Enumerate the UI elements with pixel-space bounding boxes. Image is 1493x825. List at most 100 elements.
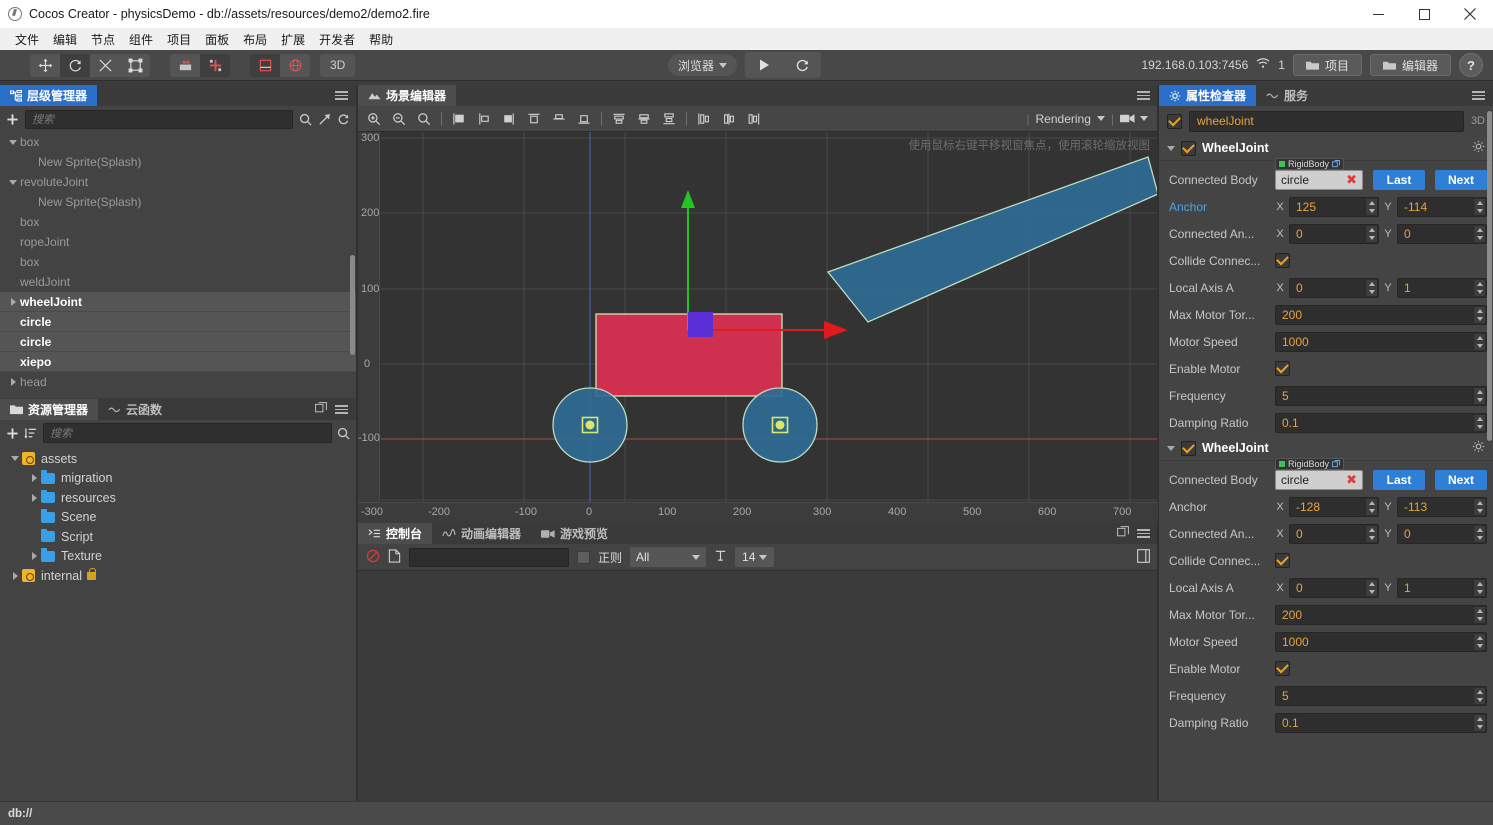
number-stepper[interactable] [1473, 279, 1485, 296]
hierarchy-search-input[interactable]: 搜索 [25, 109, 293, 129]
stepper-down-icon[interactable] [1474, 723, 1485, 731]
property-checkbox[interactable] [1275, 661, 1290, 676]
next-button[interactable]: Next [1435, 469, 1487, 490]
caret-down-icon[interactable] [6, 179, 20, 185]
stepper-up-icon[interactable] [1474, 526, 1485, 534]
hierarchy-node-row[interactable]: box [0, 212, 356, 232]
stepper-up-icon[interactable] [1366, 199, 1377, 207]
menu-help[interactable]: 帮助 [362, 29, 400, 50]
hierarchy-node-row[interactable]: New Sprite(Splash) [0, 192, 356, 212]
align-center-h-icon[interactable] [472, 108, 496, 130]
add-node-icon[interactable] [6, 113, 19, 126]
stepper-down-icon[interactable] [1474, 288, 1485, 296]
scene-viewport[interactable] [358, 132, 1158, 522]
asset-row[interactable]: Script [0, 527, 356, 547]
stepper-up-icon[interactable] [1474, 226, 1485, 234]
stepper-down-icon[interactable] [1474, 315, 1485, 323]
console-dock-icon[interactable] [1137, 548, 1150, 566]
inspector-scrollbar[interactable] [1487, 111, 1492, 441]
property-x-input[interactable]: 0 [1289, 223, 1379, 244]
hierarchy-node-row[interactable]: xiepo [0, 352, 356, 372]
tab-game-preview[interactable]: 游戏预览 [531, 523, 619, 544]
hierarchy-node-row[interactable]: revoluteJoint [0, 172, 356, 192]
stepper-down-icon[interactable] [1474, 615, 1485, 623]
caret-down-icon[interactable] [8, 456, 22, 462]
pivot-center-icon[interactable] [170, 54, 200, 77]
distribute-top-icon[interactable] [607, 108, 631, 130]
property-number-input[interactable]: 200 [1275, 604, 1487, 625]
regex-checkbox[interactable] [577, 550, 590, 564]
stepper-down-icon[interactable] [1474, 588, 1485, 596]
zoom-in-icon[interactable] [362, 108, 386, 130]
add-asset-icon[interactable] [6, 427, 19, 440]
menu-component[interactable]: 组件 [122, 29, 160, 50]
connected-body-value[interactable]: circle ✖ [1275, 469, 1363, 490]
stepper-down-icon[interactable] [1474, 207, 1485, 215]
font-size-dropdown[interactable]: 14 [735, 547, 775, 567]
node-name-input[interactable]: wheelJoint [1189, 110, 1464, 132]
help-button[interactable]: ? [1459, 53, 1483, 77]
property-y-input[interactable]: 0 [1397, 523, 1487, 544]
stepper-down-icon[interactable] [1474, 423, 1485, 431]
open-editor-button[interactable]: 编辑器 [1369, 54, 1451, 76]
scene-canvas[interactable]: 使用鼠标右键平移视窗焦点，使用滚轮缩放视图 300 200 100 0 -100… [358, 132, 1158, 522]
tab-cloud-functions[interactable]: 云函数 [98, 399, 173, 420]
play-button[interactable] [745, 52, 783, 78]
tab-hierarchy[interactable]: 层级管理器 [0, 85, 98, 106]
align-bottom-icon[interactable] [572, 108, 596, 130]
caret-down-icon[interactable] [1167, 445, 1175, 451]
property-y-input[interactable]: 0 [1397, 223, 1487, 244]
tab-animation-editor[interactable]: 动画编辑器 [432, 523, 532, 544]
number-stepper[interactable] [1473, 225, 1485, 242]
stepper-up-icon[interactable] [1474, 499, 1485, 507]
property-number-input[interactable]: 1000 [1275, 331, 1487, 352]
property-number-input[interactable]: 1000 [1275, 631, 1487, 652]
menu-node[interactable]: 节点 [84, 29, 122, 50]
refresh-button[interactable] [783, 52, 821, 78]
stepper-down-icon[interactable] [1366, 234, 1377, 242]
open-project-button[interactable]: 项目 [1292, 54, 1362, 76]
stepper-down-icon[interactable] [1474, 396, 1485, 404]
stepper-up-icon[interactable] [1474, 688, 1485, 696]
connected-body-value[interactable]: circle ✖ [1275, 169, 1363, 190]
number-stepper[interactable] [1473, 525, 1485, 542]
scene-menu-icon[interactable] [1137, 91, 1150, 100]
console-filter-input[interactable] [409, 547, 569, 567]
number-stepper[interactable] [1365, 579, 1377, 596]
hierarchy-node-row[interactable]: circle [0, 312, 356, 332]
caret-right-icon[interactable] [6, 378, 20, 386]
distribute-h-left-icon[interactable] [692, 108, 716, 130]
refresh-hierarchy-icon[interactable] [337, 113, 350, 126]
rendering-dropdown[interactable]: Rendering [1036, 112, 1105, 126]
number-stepper[interactable] [1365, 225, 1377, 242]
asset-row[interactable]: internal [0, 566, 356, 586]
property-checkbox[interactable] [1275, 253, 1290, 268]
property-number-input[interactable]: 200 [1275, 304, 1487, 325]
stepper-down-icon[interactable] [1474, 234, 1485, 242]
menu-developer[interactable]: 开发者 [312, 29, 362, 50]
maximize-button[interactable] [1401, 0, 1447, 28]
property-checkbox[interactable] [1275, 553, 1290, 568]
stepper-down-icon[interactable] [1474, 696, 1485, 704]
tab-scene-editor[interactable]: 场景编辑器 [358, 85, 457, 106]
caret-right-icon[interactable] [6, 298, 20, 306]
hierarchy-node-row[interactable]: wheelJoint [0, 292, 356, 312]
global-coord-icon[interactable] [280, 54, 310, 77]
caret-down-icon[interactable] [1167, 145, 1175, 151]
caret-down-icon[interactable] [6, 139, 20, 145]
stepper-up-icon[interactable] [1366, 226, 1377, 234]
align-top-icon[interactable] [522, 108, 546, 130]
local-coord-icon[interactable] [250, 53, 280, 77]
asset-row[interactable]: resources [0, 488, 356, 508]
property-number-input[interactable]: 5 [1275, 385, 1487, 406]
component-enabled-checkbox[interactable] [1181, 440, 1196, 456]
rect-tool-icon[interactable] [120, 54, 150, 77]
number-stepper[interactable] [1365, 279, 1377, 296]
stepper-up-icon[interactable] [1474, 280, 1485, 288]
number-stepper[interactable] [1473, 414, 1485, 431]
stepper-up-icon[interactable] [1366, 499, 1377, 507]
clear-connected-body-icon[interactable]: ✖ [1346, 172, 1357, 188]
tab-assets[interactable]: 资源管理器 [0, 399, 99, 420]
asset-row[interactable]: Texture [0, 547, 356, 567]
assets-search-input[interactable]: 搜索 [43, 423, 332, 443]
